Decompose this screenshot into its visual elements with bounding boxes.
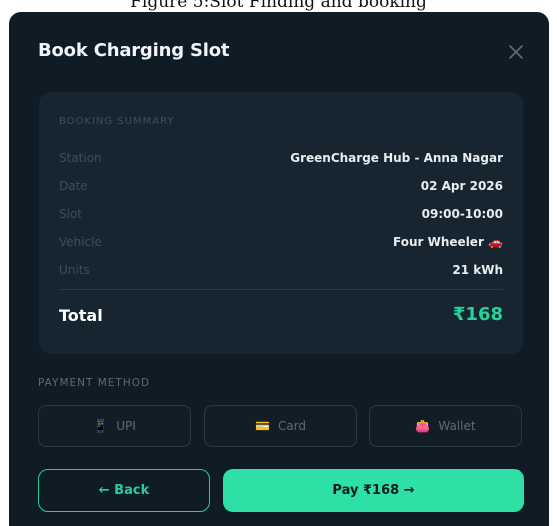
total-label: Total [59, 306, 103, 325]
payment-option-label: Card [277, 419, 307, 433]
total-value: ₹168 [452, 304, 503, 325]
close-button[interactable] [506, 42, 526, 62]
booking-summary-card: BOOKING SUMMARY Station GreenCharge Hub … [39, 92, 523, 354]
row-label: Date [59, 179, 88, 193]
row-value: 09:00-10:00 [421, 207, 503, 221]
summary-row-date: Date 02 Apr 2026 [59, 179, 503, 195]
row-value: 21 kWh [452, 263, 503, 277]
payment-method-heading: PAYMENT METHOD [38, 377, 151, 389]
summary-divider [59, 289, 503, 290]
payment-option-card[interactable]: 💳 Card [204, 405, 357, 447]
row-value: Four Wheeler 🚗 [393, 235, 503, 249]
summary-row-vehicle: Vehicle Four Wheeler 🚗 [59, 235, 503, 251]
close-icon [509, 45, 523, 59]
summary-row-units: Units 21 kWh [59, 263, 503, 279]
summary-row-slot: Slot 09:00-10:00 [59, 207, 503, 223]
summary-heading: BOOKING SUMMARY [59, 116, 175, 127]
figure-caption: Figure 5:Slot Finding and booking [130, 0, 427, 12]
row-value: 02 Apr 2026 [420, 179, 503, 193]
row-label: Units [59, 263, 90, 277]
summary-row-station: Station GreenCharge Hub - Anna Nagar [59, 151, 503, 167]
booking-modal: Book Charging Slot BOOKING SUMMARY Stati… [9, 12, 549, 526]
payment-option-label: Wallet [438, 419, 476, 433]
payment-option-upi[interactable]: 📱 UPI [38, 405, 191, 447]
back-button[interactable]: ← Back [38, 469, 210, 512]
payment-option-wallet[interactable]: 👛 Wallet [369, 405, 522, 447]
phone-icon: 📱 [93, 419, 109, 433]
row-label: Station [59, 151, 102, 165]
credit-card-icon: 💳 [254, 419, 270, 433]
wallet-icon: 👛 [415, 419, 431, 433]
row-label: Slot [59, 207, 82, 221]
row-label: Vehicle [59, 235, 102, 249]
modal-title: Book Charging Slot [38, 40, 230, 61]
payment-option-label: UPI [116, 419, 136, 433]
row-value: GreenCharge Hub - Anna Nagar [290, 151, 503, 165]
pay-button[interactable]: Pay ₹168 → [223, 469, 524, 512]
